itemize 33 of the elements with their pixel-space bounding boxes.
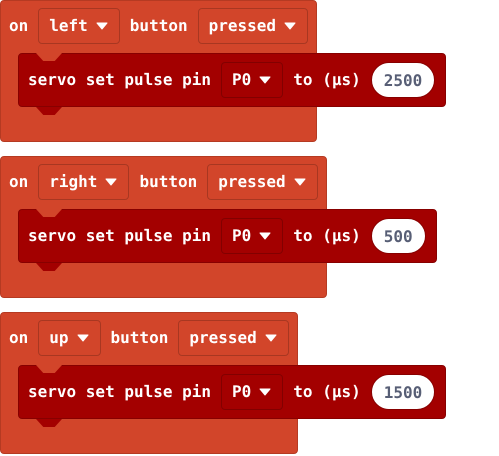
block-label: button <box>110 328 168 348</box>
caret-icon <box>259 76 272 84</box>
number-field[interactable]: 500 <box>370 218 426 254</box>
block-label: button <box>130 16 188 36</box>
dropdown-field[interactable]: P0 <box>221 218 284 254</box>
caret-icon <box>264 334 277 342</box>
block-label: to (µs) <box>293 70 361 90</box>
block-label: servo set pulse pin <box>28 226 212 246</box>
block-label: servo set pulse pin <box>28 70 212 90</box>
dropdown-field[interactable]: right <box>38 164 130 200</box>
dropdown-field[interactable]: pressed <box>178 320 289 356</box>
block-label: button <box>139 172 198 192</box>
dropdown-field[interactable]: left <box>38 8 120 44</box>
dropdown-field[interactable]: P0 <box>221 374 284 410</box>
block-label: on <box>9 16 28 36</box>
caret-icon <box>96 22 108 30</box>
number-field[interactable]: 1500 <box>370 374 436 410</box>
caret-icon <box>76 334 89 342</box>
caret-icon <box>105 178 118 186</box>
number-field[interactable]: 2500 <box>370 62 436 98</box>
caret-icon <box>259 232 272 240</box>
block-label: on <box>9 172 28 192</box>
dropdown-field[interactable]: P0 <box>221 62 284 98</box>
block-label: to (µs) <box>293 382 361 402</box>
caret-icon <box>284 22 296 30</box>
block-label: on <box>9 328 28 348</box>
dropdown-field[interactable]: pressed <box>198 8 308 44</box>
block-label: servo set pulse pin <box>28 382 212 402</box>
caret-icon <box>294 178 306 186</box>
dropdown-field[interactable]: up <box>38 320 101 356</box>
caret-icon <box>259 388 272 396</box>
dropdown-field[interactable]: pressed <box>207 164 318 200</box>
block-label: to (µs) <box>293 226 361 246</box>
